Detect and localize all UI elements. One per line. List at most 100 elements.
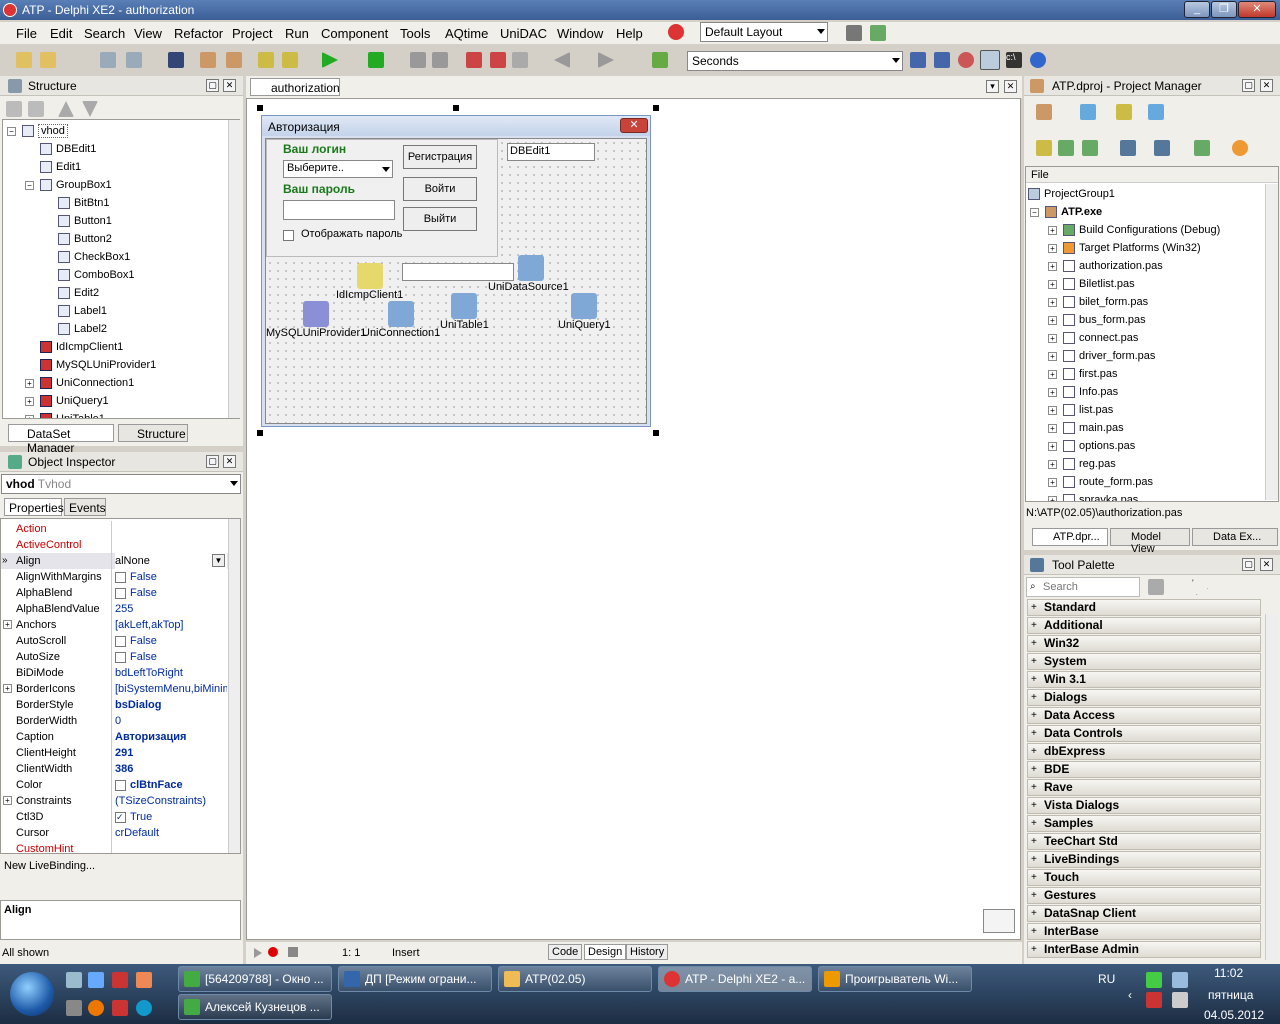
palette-category[interactable]: InterBase Admin: [1027, 941, 1261, 958]
property-value[interactable]: alNone ▼: [115, 553, 227, 569]
options-icon[interactable]: [1148, 104, 1164, 120]
project-file-node[interactable]: + authorization.pas: [1048, 257, 1163, 275]
project-file-node[interactable]: + main.pas: [1048, 419, 1124, 437]
quicklaunch-explorer-icon[interactable]: [66, 972, 82, 988]
property-row[interactable]: AlphaBlend False: [1, 585, 240, 601]
expand-toggle-icon[interactable]: +: [1048, 315, 1057, 325]
password-edit[interactable]: [283, 200, 395, 220]
tray-expand-icon[interactable]: ‹: [1128, 988, 1132, 1002]
expand-toggle-icon[interactable]: +: [1048, 423, 1057, 433]
property-row[interactable]: Color clBtnFace: [1, 777, 240, 793]
compile-icon[interactable]: [1194, 140, 1210, 156]
property-row[interactable]: CustomHint: [1, 841, 240, 853]
idicmpclient-component[interactable]: IdIcmpClient1: [336, 263, 403, 301]
maximize-button[interactable]: ❐: [1211, 1, 1237, 18]
property-value[interactable]: crDefault: [115, 825, 227, 841]
task-folder[interactable]: ATP(02.05): [498, 966, 652, 992]
palette-category[interactable]: Additional: [1027, 617, 1261, 634]
step-over-icon[interactable]: [490, 52, 506, 68]
property-row[interactable]: » Align alNone ▼: [1, 553, 240, 569]
view-units-icon[interactable]: [910, 52, 926, 68]
sync-icon[interactable]: [1036, 140, 1052, 156]
task-word[interactable]: ДП [Режим ограни...: [338, 966, 492, 992]
layout-apply-icon[interactable]: [870, 25, 886, 41]
project-file-node[interactable]: + list.pas: [1048, 401, 1113, 419]
tab-history[interactable]: History: [626, 944, 669, 960]
property-row[interactable]: + Constraints (TSizeConstraints): [1, 793, 240, 809]
layout-combo[interactable]: Default Layout: [700, 22, 828, 42]
new-form-icon[interactable]: [100, 52, 116, 68]
property-value[interactable]: False: [115, 649, 227, 665]
structure-node[interactable]: Label1: [43, 302, 107, 320]
mysqluniprovider-component[interactable]: MySQLUniProvider1: [266, 301, 366, 339]
task-delphi[interactable]: ATP - Delphi XE2 - a...: [658, 966, 812, 992]
property-row[interactable]: BiDiMode bdLeftToRight: [1, 665, 240, 681]
project-file-node[interactable]: + reg.pas: [1048, 455, 1116, 473]
quicklaunch-game-icon[interactable]: [136, 972, 152, 988]
run-until-return-icon[interactable]: [512, 52, 528, 68]
firefox-icon[interactable]: [88, 1000, 104, 1016]
tab-list-icon[interactable]: ▾: [986, 80, 999, 93]
palette-category[interactable]: Vista Dialogs: [1027, 797, 1261, 814]
tab-design[interactable]: Design: [584, 944, 627, 960]
property-checkbox[interactable]: ✓: [115, 811, 126, 823]
selection-handle[interactable]: [653, 430, 659, 436]
structure-node[interactable]: − vhod: [7, 122, 68, 140]
property-value[interactable]: (TSizeConstraints): [115, 793, 227, 809]
groupbox[interactable]: Ваш логин Выберите.. Ваш пароль Отобража…: [266, 139, 498, 257]
component-icon[interactable]: [652, 52, 668, 68]
minimize-button[interactable]: _: [1184, 1, 1210, 18]
expand-toggle-icon[interactable]: +: [25, 396, 34, 406]
project-file-node[interactable]: + route_form.pas: [1048, 473, 1153, 491]
property-value[interactable]: Авторизация: [115, 729, 227, 745]
trace-into-icon[interactable]: [466, 52, 482, 68]
structure-node[interactable]: Label2: [43, 320, 107, 338]
clock-day[interactable]: пятница: [1208, 988, 1253, 1002]
palette-category[interactable]: Rave: [1027, 779, 1261, 796]
structure-node[interactable]: + UniConnection1: [25, 374, 134, 392]
palette-category[interactable]: DataSnap Client: [1027, 905, 1261, 922]
close-file-icon[interactable]: [226, 52, 242, 68]
move-down-icon[interactable]: [82, 101, 98, 117]
add-item-icon[interactable]: [1080, 104, 1096, 120]
register-button[interactable]: Регистрация: [403, 145, 477, 169]
add-to-project-icon[interactable]: [258, 52, 274, 68]
project-group-node[interactable]: ProjectGroup1: [1028, 185, 1115, 203]
file-column-header[interactable]: File: [1026, 167, 1278, 183]
palette-category[interactable]: Gestures: [1027, 887, 1261, 904]
expand-toggle-icon[interactable]: +: [1048, 351, 1057, 361]
open-item-icon[interactable]: [1116, 104, 1132, 120]
property-value[interactable]: 291: [115, 745, 227, 761]
property-row[interactable]: ClientWidth 386: [1, 761, 240, 777]
expand-toggle-icon[interactable]: −: [25, 180, 34, 190]
command-prompt-icon[interactable]: c:\: [1006, 52, 1022, 68]
project-file-node[interactable]: + driver_form.pas: [1048, 347, 1155, 365]
tab-properties[interactable]: Properties: [4, 498, 64, 516]
project-file-node[interactable]: + Target Platforms (Win32): [1048, 239, 1201, 257]
seconds-combo[interactable]: Seconds: [687, 51, 903, 71]
pin-icon[interactable]: ▢: [1242, 79, 1255, 92]
structure-node[interactable]: CheckBox1: [43, 248, 130, 266]
quicklaunch-tool-icon[interactable]: [66, 1000, 82, 1016]
panel-close-icon[interactable]: ✕: [1260, 79, 1273, 92]
structure-node[interactable]: MySQLUniProvider1: [25, 356, 156, 374]
expand-toggle-icon[interactable]: +: [1048, 243, 1057, 253]
expand-toggle-icon[interactable]: +: [1048, 369, 1057, 379]
tray-alert-icon[interactable]: [1146, 992, 1162, 1008]
forward-icon[interactable]: [598, 52, 614, 68]
unitable-component[interactable]: UniTable1: [440, 293, 489, 331]
collapse-icon[interactable]: [1082, 140, 1098, 156]
play-macro-icon[interactable]: [254, 948, 262, 958]
save-all-icon[interactable]: [200, 52, 216, 68]
clock-time[interactable]: 11:02: [1214, 966, 1243, 980]
tab-dataset-manager[interactable]: DataSet Manager: [8, 424, 114, 455]
selection-handle[interactable]: [653, 105, 659, 111]
project-file-node[interactable]: + Info.pas: [1048, 383, 1118, 401]
palette-category[interactable]: Standard: [1027, 599, 1261, 616]
expand-toggle-icon[interactable]: +: [3, 620, 12, 629]
expand-icon[interactable]: [1058, 140, 1074, 156]
expand-toggle-icon[interactable]: +: [1048, 333, 1057, 343]
expand-toggle-icon[interactable]: +: [1048, 297, 1057, 307]
quicklaunch-app-icon[interactable]: [112, 972, 128, 988]
property-value[interactable]: clBtnFace: [115, 777, 227, 793]
